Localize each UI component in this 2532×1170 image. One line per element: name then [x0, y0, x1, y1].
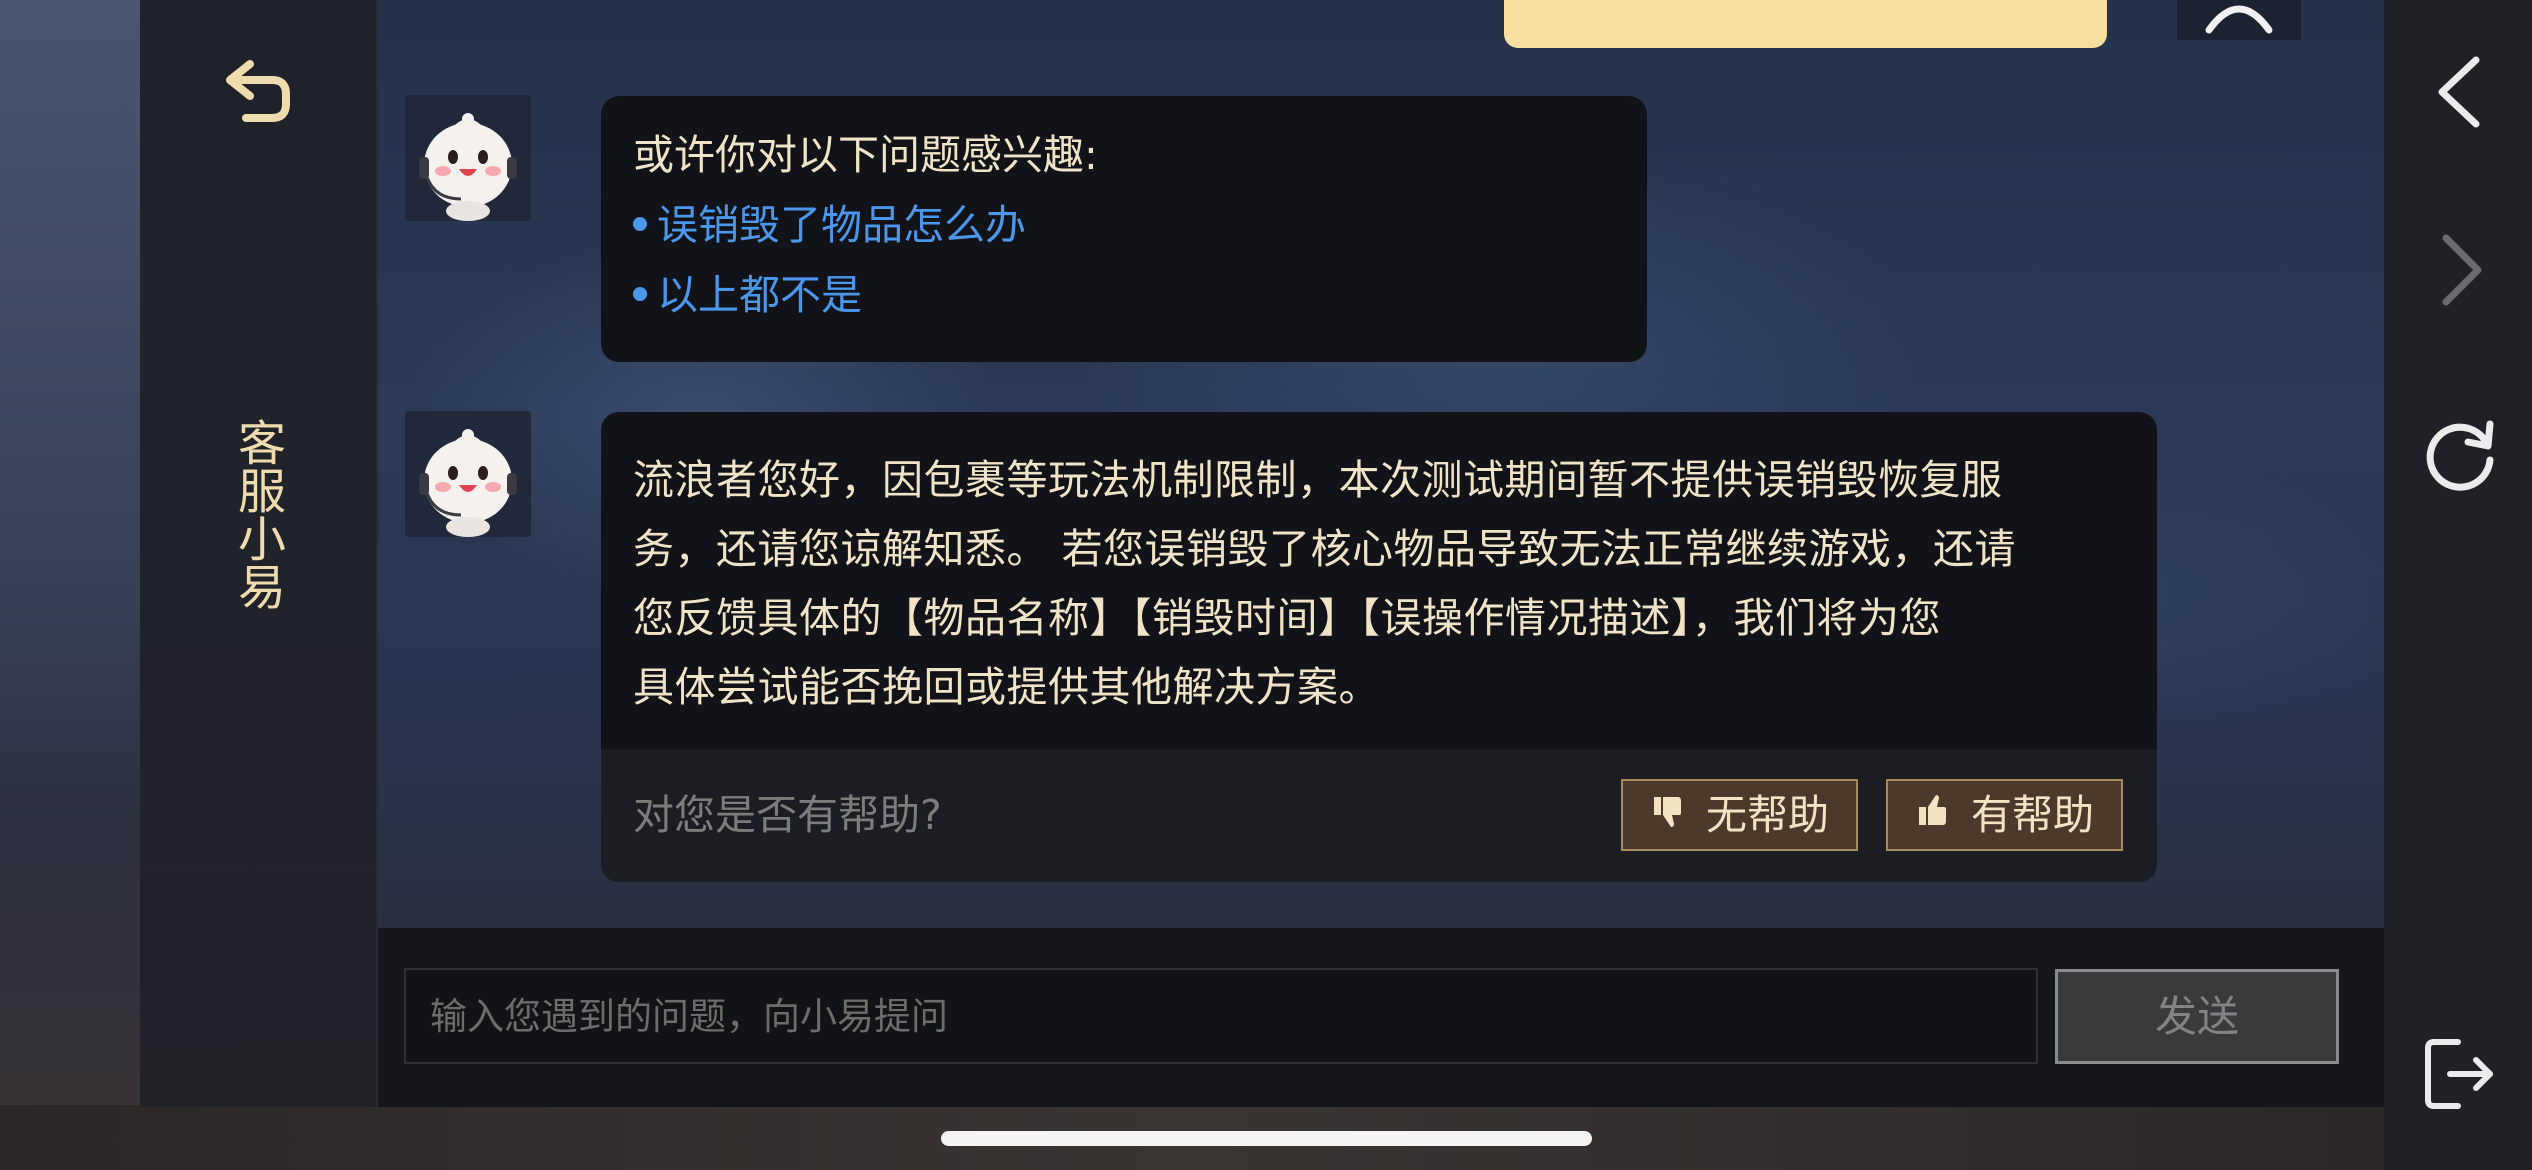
home-indicator[interactable] — [941, 1131, 1592, 1146]
chevron-right-icon[interactable] — [2420, 230, 2500, 310]
background-left-strip — [0, 0, 140, 1170]
assistant-avatar — [405, 95, 531, 221]
feedback-question: 对您是否有帮助? — [633, 791, 942, 839]
chevron-left-icon[interactable] — [2420, 52, 2500, 132]
helpful-label: 有帮助 — [1971, 791, 2094, 839]
not-helpful-label: 无帮助 — [1706, 791, 1829, 839]
bullet-icon — [633, 287, 647, 301]
user-avatar — [2177, 0, 2301, 40]
assistant-avatar — [405, 411, 531, 537]
helpful-button[interactable]: 有帮助 — [1886, 779, 2123, 851]
suggestion-link[interactable]: 以上都不是 — [633, 260, 862, 330]
thumbs-down-icon — [1650, 781, 1686, 849]
suggestion-message-bubble: 或许你对以下问题感兴趣: 误销毁了物品怎么办 以上都不是 — [601, 96, 1647, 362]
exit-icon[interactable] — [2420, 1034, 2500, 1114]
return-arrow-icon[interactable] — [222, 58, 292, 124]
answer-text: 流浪者您好，因包裹等玩法机制限制，本次测试期间暂不提供误销毁恢复服 务，还请您谅… — [633, 456, 2017, 711]
suggestion-label: 以上都不是 — [657, 271, 862, 319]
suggestion-label: 误销毁了物品怎么办 — [657, 201, 1026, 249]
thumbs-up-icon — [1915, 781, 1951, 849]
not-helpful-button[interactable]: 无帮助 — [1621, 779, 1858, 851]
bullet-icon — [633, 217, 647, 231]
right-nav — [2384, 0, 2532, 1170]
refresh-icon[interactable] — [2420, 414, 2500, 494]
user-message-bubble — [1504, 0, 2107, 48]
feedback-bar: 对您是否有帮助? 无帮助 有帮助 — [601, 749, 2157, 882]
screen: 客服小易 或许你对以下问题感兴趣: 误销毁了物品怎么办 以上都不是 流浪者您好，… — [0, 0, 2532, 1170]
question-input[interactable] — [404, 968, 2038, 1064]
page-title: 客服小易 — [229, 418, 285, 610]
suggestions-intro: 或许你对以下问题感兴趣: — [633, 131, 1098, 179]
answer-message-bubble: 流浪者您好，因包裹等玩法机制限制，本次测试期间暂不提供误销毁恢复服 务，还请您谅… — [601, 412, 2157, 882]
suggestion-link[interactable]: 误销毁了物品怎么办 — [633, 190, 1026, 260]
send-button[interactable]: 发送 — [2055, 969, 2339, 1064]
